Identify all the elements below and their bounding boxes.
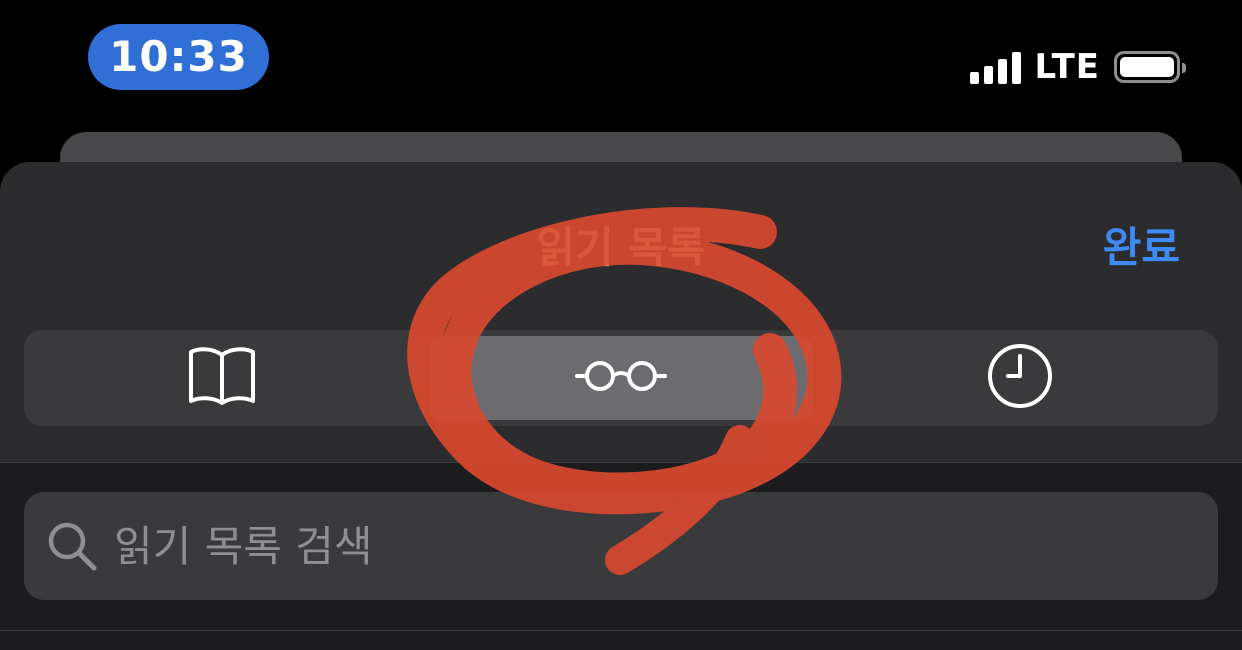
tab-history[interactable] <box>828 336 1212 420</box>
divider <box>0 462 1242 463</box>
status-time[interactable]: 10:33 <box>88 24 269 90</box>
page-title: 읽기 목록 <box>536 223 706 272</box>
screen: 10:33 LTE 읽기 목록 완료 <box>0 0 1242 650</box>
status-indicators: LTE <box>969 46 1186 88</box>
cellular-signal-icon <box>969 50 1021 84</box>
glasses-icon <box>575 356 667 400</box>
tab-reading-list[interactable] <box>429 336 813 420</box>
reading-list-sheet: 읽기 목록 완료 <box>0 162 1242 650</box>
battery-icon <box>1114 51 1186 83</box>
tab-bookmarks[interactable] <box>30 336 414 420</box>
search-icon <box>44 518 100 574</box>
search-input[interactable] <box>112 520 1166 572</box>
search-bar[interactable] <box>24 492 1218 600</box>
done-button[interactable]: 완료 <box>1103 214 1180 275</box>
sheet-header: 읽기 목록 완료 <box>0 162 1242 462</box>
divider <box>0 630 1242 631</box>
network-type-label: LTE <box>1034 47 1100 87</box>
segmented-control <box>24 330 1218 426</box>
book-icon <box>187 345 257 411</box>
clock-icon <box>986 342 1054 414</box>
